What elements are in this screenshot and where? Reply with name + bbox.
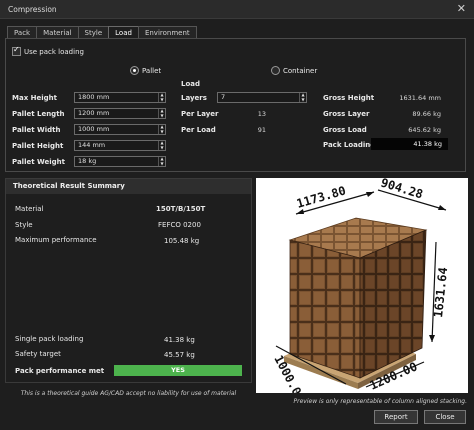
pack-loading-value: 41.38 kg	[371, 138, 448, 150]
single-pack-loading-label: Single pack loading	[15, 335, 84, 343]
gross-height-value: 1631.64 mm	[399, 94, 441, 102]
single-pack-loading-value: 41.38 kg	[164, 336, 195, 344]
dim-arrow-top-left-b	[366, 192, 374, 197]
container-radio-label: Container	[283, 67, 318, 75]
style-value: FEFCO 0200	[158, 221, 201, 229]
gross-layer-label: Gross Layer	[323, 110, 370, 118]
pallet-preview: 1173.80 904.28 1631.64 1000.00 1200.00	[256, 175, 468, 404]
layers-input[interactable]: 7 ▲ ▼	[217, 92, 307, 103]
pack-loading-label: Pack Loading	[323, 141, 376, 149]
material-label: Material	[15, 205, 44, 213]
dim-label-top-right: 904.28	[379, 178, 425, 202]
pack-performance-label: Pack performance met	[15, 367, 105, 375]
pallet-radio-label: Pallet	[142, 67, 162, 75]
layers-label: Layers	[181, 94, 207, 102]
pallet-width-label: Pallet Width	[12, 126, 61, 134]
summary-title: Theoretical Result Summary	[6, 179, 251, 194]
style-label: Style	[15, 221, 33, 229]
per-layer-value: 13	[257, 110, 266, 118]
container-radio[interactable]	[271, 66, 280, 75]
stack-front-face	[289, 239, 361, 379]
gross-layer-value: 89.66 kg	[412, 110, 441, 118]
result-summary: Theoretical Result Summary Material 150T…	[5, 178, 252, 383]
dim-arrow-right	[429, 335, 435, 342]
pallet-height-spinner[interactable]: ▲ ▼	[158, 140, 165, 150]
pallet-height-label: Pallet Height	[12, 142, 64, 150]
pallet-3d-illustration: 1173.80 904.28 1631.64 1000.00 1200.00	[271, 175, 450, 404]
load-panel: Use pack loading Pallet Container Max He…	[5, 38, 466, 172]
per-layer-label: Per Layer	[181, 110, 219, 118]
per-load-label: Per Load	[181, 126, 216, 134]
disclaimer-text: This is a theoretical guide AG/CAD accep…	[20, 390, 237, 397]
pallet-length-label: Pallet Length	[12, 110, 65, 118]
pallet-length-input[interactable]: 1200 mm ▲ ▼	[74, 108, 166, 119]
gross-height-label: Gross Height	[323, 94, 375, 102]
pallet-weight-label: Pallet Weight	[12, 158, 65, 166]
window-close-icon[interactable]: ✕	[457, 2, 466, 15]
pallet-height-input[interactable]: 144 mm ▲ ▼	[74, 140, 166, 151]
material-value: 150T/B/150T	[156, 205, 206, 213]
pallet-weight-input[interactable]: 18 kg ▲ ▼	[74, 156, 166, 167]
window-title: Compression	[8, 5, 57, 14]
pallet-width-spinner[interactable]: ▲ ▼	[158, 124, 165, 134]
pallet-weight-spinner[interactable]: ▲ ▼	[158, 156, 165, 166]
max-height-input[interactable]: 1800 mm ▲ ▼	[74, 92, 166, 103]
pallet-radio[interactable]	[130, 66, 139, 75]
dim-arrow-top-right	[438, 205, 446, 210]
pack-performance-badge: YES	[114, 365, 242, 376]
dim-label-right: 1631.64	[431, 267, 450, 319]
max-performance-value: 105.48 kg	[164, 237, 200, 245]
gross-load-value: 645.62 kg	[408, 126, 441, 134]
max-performance-label: Maximum performance	[15, 236, 97, 244]
pallet-width-input[interactable]: 1000 mm ▲ ▼	[74, 124, 166, 135]
per-load-value: 91	[257, 126, 266, 134]
gross-load-label: Gross Load	[323, 126, 367, 134]
close-button[interactable]: Close	[424, 410, 466, 424]
preview-note: Preview is only representable of column …	[293, 398, 467, 405]
load-header: Load	[181, 80, 201, 88]
use-pack-loading-checkbox[interactable]	[12, 45, 21, 56]
report-button[interactable]: Report	[374, 410, 418, 424]
safety-target-value: 45.57 kg	[164, 351, 195, 359]
layers-spinner[interactable]: ▲ ▼	[299, 92, 306, 102]
max-height-spinner[interactable]: ▲ ▼	[158, 92, 165, 102]
title-bar: Compression ✕	[0, 0, 474, 19]
pallet-length-spinner[interactable]: ▲ ▼	[158, 108, 165, 118]
max-height-label: Max Height	[12, 94, 57, 102]
use-pack-loading-label: Use pack loading	[24, 48, 84, 56]
safety-target-label: Safety target	[15, 350, 61, 358]
